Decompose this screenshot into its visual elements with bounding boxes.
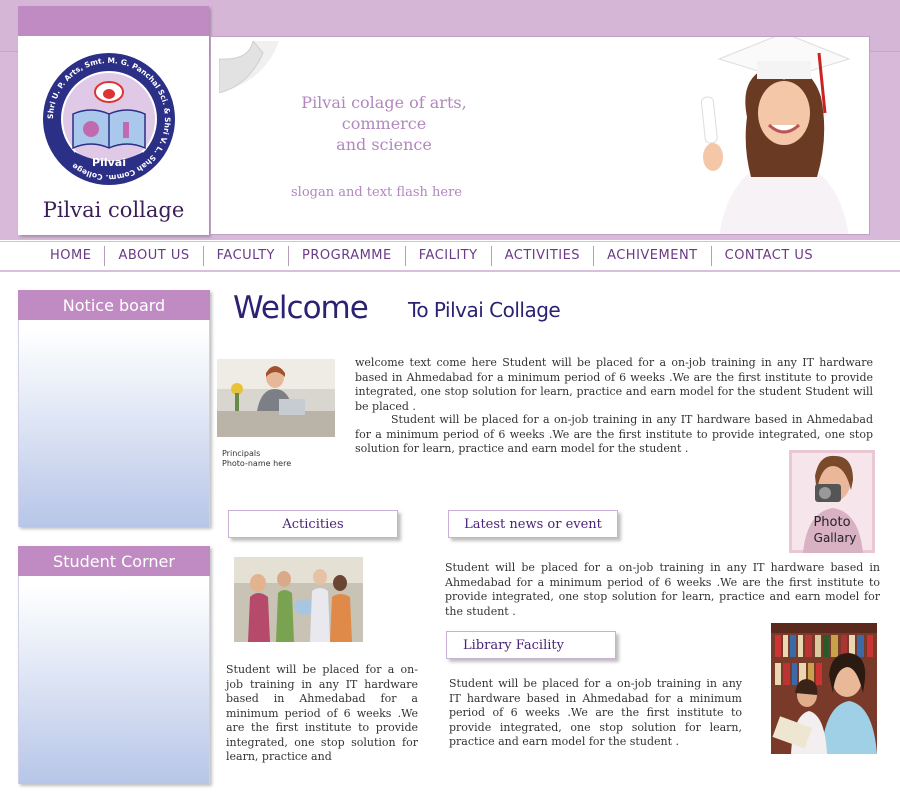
college-seal-icon: Shri U. P. Arts, Smt. M. G. Panchal Sci.… — [43, 53, 175, 185]
activities-photo — [234, 557, 363, 642]
nav-activities[interactable]: Activities — [492, 246, 595, 266]
welcome-subtitle: To Pilvai Collage — [408, 298, 561, 322]
principal-caption: Principals Photo-name here — [222, 449, 291, 469]
principal-caption-line-1: Principals — [222, 449, 261, 458]
nav-achivement[interactable]: Achivement — [594, 246, 712, 266]
library-paragraph: Student will be placed for a on-job trai… — [449, 677, 742, 748]
graduate-photo — [699, 37, 869, 234]
principal-photo — [217, 359, 335, 437]
gallery-line-1: Photo — [813, 515, 850, 530]
library-photo — [771, 623, 877, 754]
library-facility-tab[interactable]: Library Facility — [446, 631, 616, 659]
student-corner-body[interactable] — [18, 576, 210, 784]
principal-caption-line-2: Photo-name here — [222, 459, 292, 468]
gallery-line-2: Gallary — [814, 531, 857, 545]
notice-board: Notice board — [18, 290, 210, 527]
page-curl-icon — [219, 41, 279, 93]
college-name: Pilvai collage — [42, 198, 185, 222]
latest-news-tab[interactable]: Latest news or event — [448, 510, 618, 538]
nav-programme[interactable]: Programme — [289, 246, 406, 266]
welcome-paragraph-1: welcome text come here Student will be p… — [355, 356, 873, 413]
notice-board-body[interactable] — [18, 320, 210, 527]
news-paragraph: Student will be placed for a on-job trai… — [445, 561, 880, 618]
banner-slogan: slogan and text flash here — [291, 185, 462, 200]
seal-bottom-text: Pilvai — [92, 156, 126, 169]
banner-title: Pilvai colage of arts, commerce and scie… — [301, 93, 467, 154]
photo-gallery-link[interactable]: Photo Gallary — [789, 450, 875, 553]
nav-contact-us[interactable]: Contact us — [712, 246, 827, 266]
nav-about-us[interactable]: About us — [105, 246, 204, 266]
main-nav: Home About us Faculty Programme Facility… — [0, 241, 900, 272]
nav-home[interactable]: Home — [0, 246, 106, 266]
nav-faculty[interactable]: Faculty — [204, 246, 290, 266]
activities-tab[interactable]: Acticities — [228, 510, 398, 538]
student-corner: Student Corner — [18, 546, 210, 784]
notice-board-title: Notice board — [18, 290, 210, 320]
welcome-title: Welcome — [233, 290, 369, 326]
header-banner: Pilvai colage of arts, commerce and scie… — [210, 36, 870, 235]
nav-facility[interactable]: Facility — [406, 246, 492, 266]
activities-paragraph: Student will be placed for a on-job trai… — [226, 663, 418, 763]
logo-panel[interactable]: Shri U. P. Arts, Smt. M. G. Panchal Sci.… — [18, 6, 209, 235]
logo-panel-top — [18, 6, 209, 36]
student-corner-title: Student Corner — [18, 546, 210, 576]
